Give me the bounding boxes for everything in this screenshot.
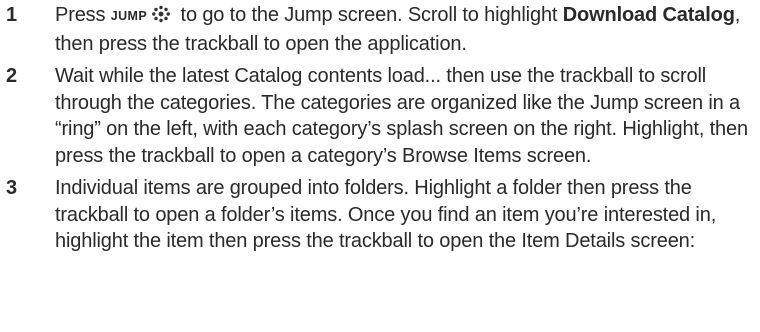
step-text: Individual items are grouped into folder… bbox=[55, 177, 717, 252]
step-text-part: to go to the Jump screen. Scroll to high… bbox=[175, 4, 563, 26]
instruction-page: 1 Press JUMP to go to the Jump screen. S… bbox=[0, 0, 760, 332]
jump-key-icon bbox=[151, 4, 171, 31]
app-name: Download Catalog bbox=[562, 4, 735, 26]
step-text: Wait while the latest Catalog contents l… bbox=[55, 65, 748, 167]
step-number: 2 bbox=[6, 65, 18, 87]
step-text-part: Press bbox=[55, 4, 111, 26]
jump-key-label: JUMP bbox=[110, 9, 148, 23]
step-text: Press JUMP to go to the Jump screen. Scr… bbox=[55, 2, 760, 57]
step-1: 1 Press JUMP to go to the Jump screen. S… bbox=[0, 2, 760, 57]
step-3: 3 Individual items are grouped into fold… bbox=[0, 175, 760, 255]
step-number: 3 bbox=[6, 177, 18, 199]
step-2: 2 Wait while the latest Catalog contents… bbox=[0, 63, 760, 169]
step-number: 1 bbox=[6, 4, 18, 26]
steps-list: 1 Press JUMP to go to the Jump screen. S… bbox=[0, 2, 760, 255]
